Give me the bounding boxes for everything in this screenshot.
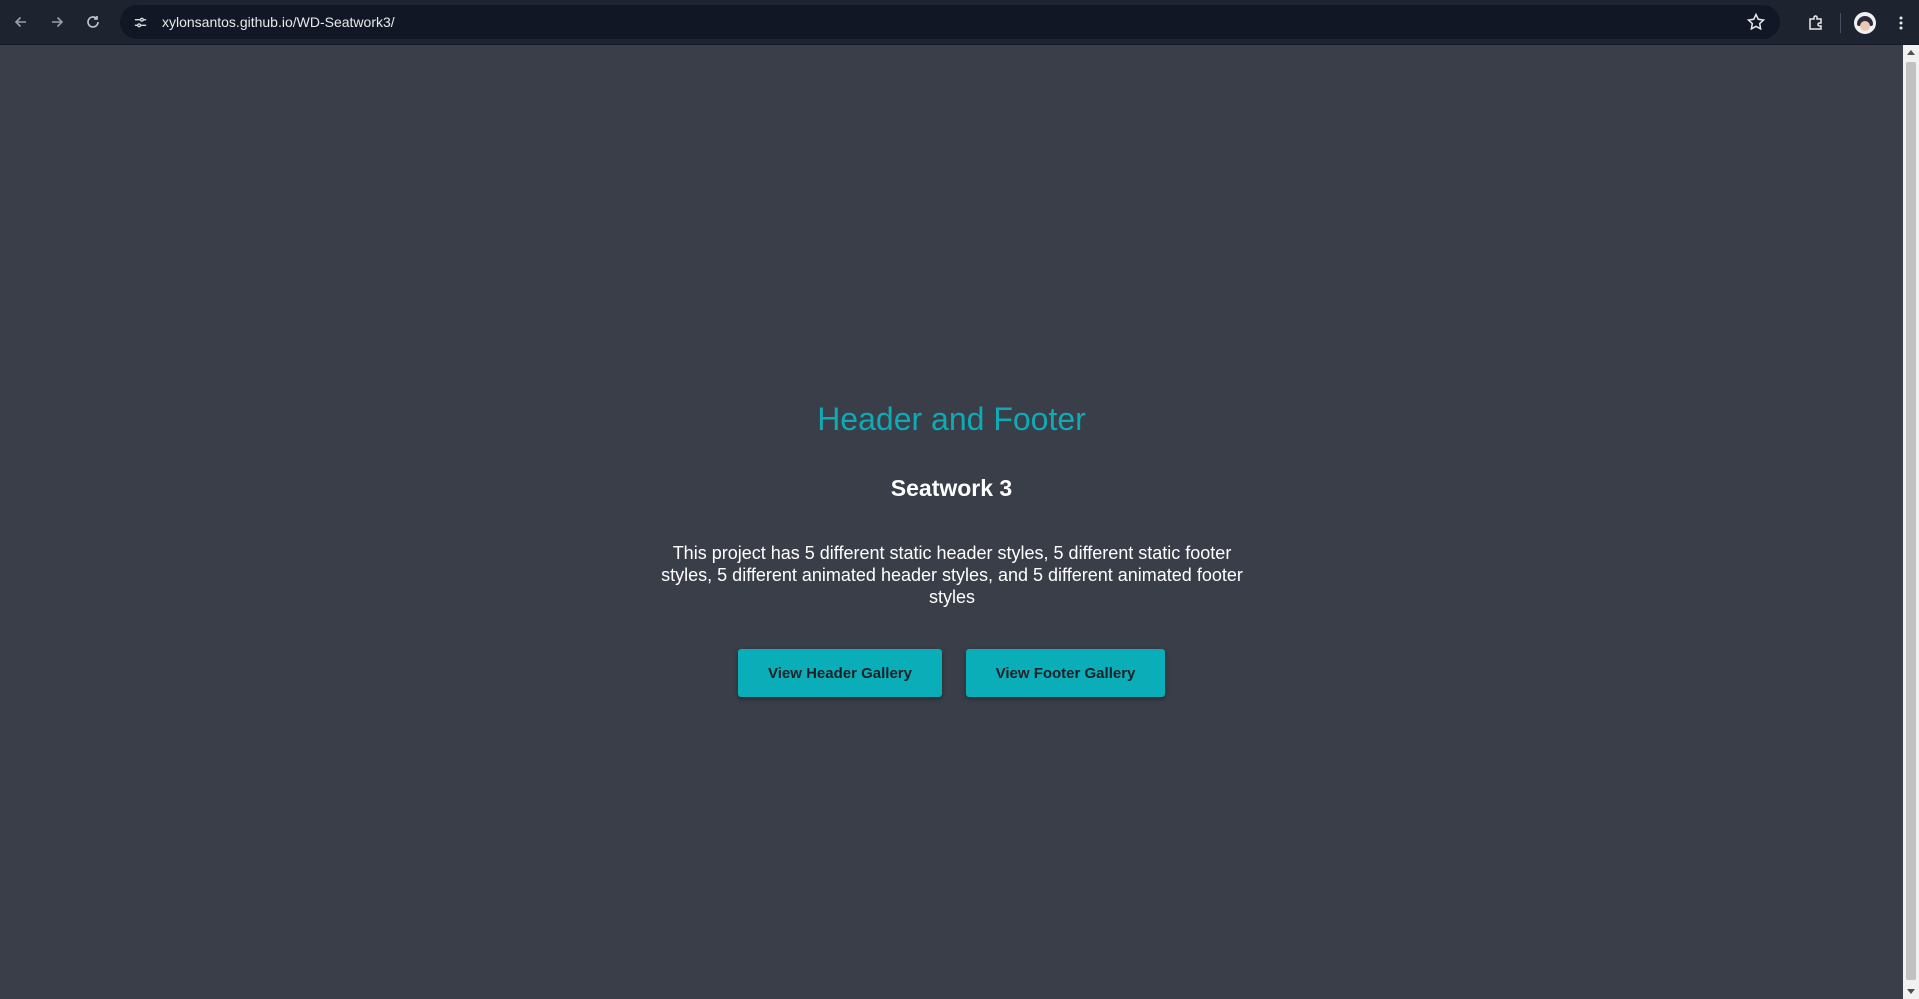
reload-icon xyxy=(87,16,99,28)
toolbar-divider xyxy=(1840,12,1841,33)
arrow-left-icon xyxy=(14,16,26,28)
page-title: Header and Footer xyxy=(817,401,1086,437)
forward-button[interactable] xyxy=(39,4,75,40)
scroll-up-arrow-icon[interactable] xyxy=(1907,50,1915,55)
browser-toolbar: xylonsantos.github.io/WD-Seatwork3/ xyxy=(0,0,1919,45)
page-subtitle: Seatwork 3 xyxy=(890,475,1013,501)
reload-button[interactable] xyxy=(75,4,111,40)
profile-button[interactable] xyxy=(1847,5,1883,41)
url-text[interactable]: xylonsantos.github.io/WD-Seatwork3/ xyxy=(162,14,395,30)
bookmark-button[interactable] xyxy=(1746,12,1766,32)
scroll-thumb[interactable] xyxy=(1906,62,1916,980)
page-viewport: Header and Footer Seatwork 3 This projec… xyxy=(0,45,1903,999)
view-header-gallery-button[interactable]: View Header Gallery xyxy=(738,649,942,697)
back-button[interactable] xyxy=(3,4,39,40)
kebab-menu-icon xyxy=(1899,16,1903,29)
view-footer-gallery-button[interactable]: View Footer Gallery xyxy=(966,649,1165,697)
vertical-scrollbar[interactable] xyxy=(1903,45,1919,999)
browser-menu-button[interactable] xyxy=(1883,5,1919,41)
site-info-button[interactable] xyxy=(128,10,152,34)
arrow-right-icon xyxy=(52,16,64,28)
project-description: This project has 5 different static head… xyxy=(661,543,1243,607)
tune-icon xyxy=(134,17,146,27)
toolbar-actions xyxy=(1798,0,1919,45)
puzzle-icon xyxy=(1809,14,1822,30)
star-icon xyxy=(1746,12,1766,31)
extensions-button[interactable] xyxy=(1798,5,1834,41)
scroll-down-arrow-icon[interactable] xyxy=(1907,989,1915,994)
address-bar[interactable]: xylonsantos.github.io/WD-Seatwork3/ xyxy=(120,5,1780,39)
avatar xyxy=(1854,11,1876,34)
